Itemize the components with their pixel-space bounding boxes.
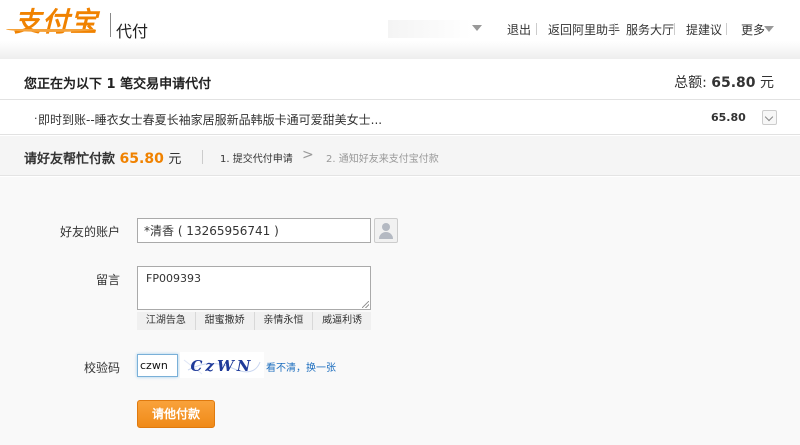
captcha-refresh-link[interactable]: 看不清，换一张 <box>266 359 336 374</box>
item-price: 65.80 <box>711 111 746 124</box>
captcha-label: 校验码 <box>83 361 120 375</box>
quick-message-bar: 江湖告急 甜蜜撒娇 亲情永恒 威逼利诱 <box>137 312 371 330</box>
user-name[interactable] <box>388 20 472 38</box>
item-bullet: · <box>34 112 38 125</box>
header-band <box>0 41 800 59</box>
chevron-down-icon[interactable] <box>472 25 482 31</box>
nav-divider <box>536 23 537 35</box>
form-area <box>0 177 800 445</box>
nav-suggest[interactable]: 提建议 <box>686 21 722 38</box>
quick-message-urgent[interactable]: 江湖告急 <box>137 312 196 330</box>
quick-message-sweet[interactable]: 甜蜜撒娇 <box>196 312 255 330</box>
contact-head <box>382 223 390 231</box>
nav-logout[interactable]: 退出 <box>507 21 531 38</box>
step-arrow: > <box>302 147 314 163</box>
step-2: 2. 通知好友来支付宝付款 <box>326 154 439 165</box>
logo-divider <box>110 13 111 37</box>
captcha-text: CzWN <box>190 357 253 375</box>
nav-divider <box>614 23 615 35</box>
more-chevron-down-icon[interactable] <box>764 26 774 32</box>
logo-swoosh <box>6 26 96 32</box>
contact-body <box>379 232 393 239</box>
memo-textarea[interactable]: FP009393 <box>137 266 371 310</box>
nav-back-to-assistant[interactable]: 返回阿里助手 <box>548 21 620 38</box>
ask-label: 请好友帮忙付款 <box>24 152 116 167</box>
contact-picker-icon[interactable] <box>374 218 398 243</box>
nav-more[interactable]: 更多 <box>741 21 765 38</box>
captcha-image[interactable]: CzWN <box>180 352 264 378</box>
memo-label: 留言 <box>95 273 120 287</box>
summary-title: 您正在为以下 1 笔交易申请代付 <box>24 77 212 92</box>
step-bar: 请好友帮忙付款 65.80 元 1. 提交代付申请 > 2. 通知好友来支付宝付… <box>0 136 800 176</box>
request-payment-button[interactable]: 请他付款 <box>137 400 215 428</box>
order-summary: 您正在为以下 1 笔交易申请代付 总额: 65.80 元 <box>0 62 800 100</box>
nav-divider <box>674 23 675 35</box>
friend-account-input[interactable] <box>137 218 371 243</box>
expand-chevron-icon[interactable] <box>762 110 777 125</box>
total-value: 65.80 <box>711 75 756 91</box>
quick-message-threat[interactable]: 威逼利诱 <box>313 312 371 330</box>
captcha-input[interactable] <box>137 354 178 377</box>
nav-service-hall[interactable]: 服务大厅 <box>626 21 674 38</box>
order-item-row: · 即时到账--睡衣女士春夏长袖家居服新品韩版卡通可爱甜美女士... 65.80 <box>0 101 800 135</box>
total-unit: 元 <box>760 75 774 91</box>
total-amount: 总额: 65.80 元 <box>674 72 774 92</box>
step-divider <box>202 150 203 164</box>
top-header: 支付宝 代付 退出 返回阿里助手 服务大厅 提建议 更多 <box>0 0 800 59</box>
logo-text: 支付宝 <box>14 7 98 38</box>
total-label: 总额: <box>674 75 707 91</box>
ask-unit: 元 <box>168 152 182 167</box>
friend-account-label: 好友的账户 <box>59 225 120 239</box>
ask-amount: 65.80 <box>119 151 164 167</box>
alipay-logo[interactable]: 支付宝 <box>14 6 98 38</box>
quick-message-family[interactable]: 亲情永恒 <box>255 312 314 330</box>
product-name: 代付 <box>116 22 149 41</box>
resize-grip-icon[interactable] <box>362 301 369 308</box>
item-name: 即时到账--睡衣女士春夏长袖家居服新品韩版卡通可爱甜美女士... <box>38 113 383 127</box>
ask-friend-title: 请好友帮忙付款 65.80 元 <box>24 148 181 167</box>
nav-divider <box>726 23 727 35</box>
step-1: 1. 提交代付申请 <box>220 154 293 165</box>
